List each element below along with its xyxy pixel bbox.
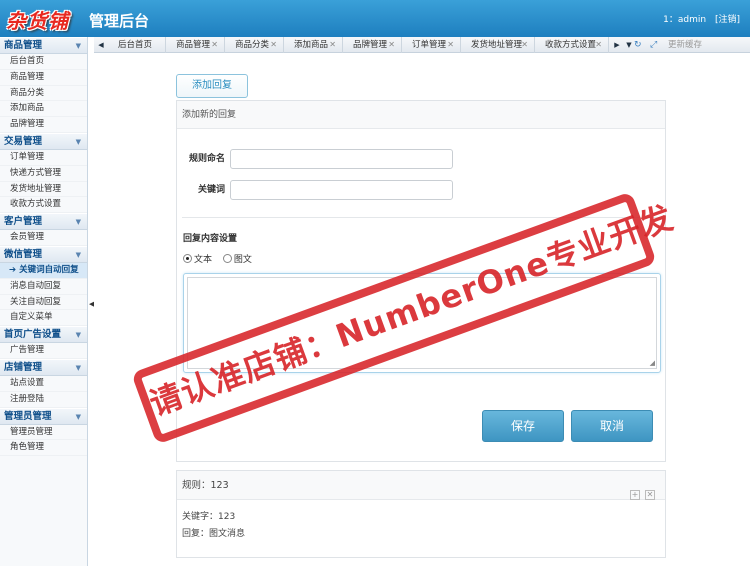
close-icon[interactable]: ✕ xyxy=(388,37,395,53)
edit-icon[interactable]: + xyxy=(629,490,640,500)
app-title: 管理后台 xyxy=(89,12,150,30)
user-info: 1：admin [注销] xyxy=(657,12,740,25)
tab-orders[interactable]: 订单管理 ✕ xyxy=(402,37,461,53)
rule-actions: + ✕ xyxy=(628,480,655,509)
sidebar-group-customer[interactable]: 客户管理 ▼ xyxy=(0,213,87,231)
sidebar-item[interactable]: 自定义菜单 xyxy=(0,310,87,327)
chevron-down-icon: ▼ xyxy=(75,137,81,146)
sidebar-item[interactable]: 广告管理 xyxy=(0,343,87,359)
refresh-icon[interactable]: ↻ xyxy=(634,37,642,53)
sidebar-group-shop[interactable]: 店铺管理 ▼ xyxy=(0,358,87,376)
keyword-label: 关键词 xyxy=(197,185,225,195)
sidebar-item[interactable]: 商品分类 xyxy=(0,86,87,102)
sidebar-item[interactable]: 快递方式管理 xyxy=(0,166,87,182)
tab-bar: ◀ 后台首页 商品管理 ✕ 商品分类 ✕ 添加商品 ✕ 品牌管理 ✕ 订单管理 ✕ 发货地… xyxy=(94,37,750,53)
clear-cache-link[interactable]: 更新缓存 xyxy=(668,37,702,53)
tab-goods[interactable]: 商品管理 ✕ xyxy=(166,37,225,53)
rule-keyword: 关键字：123 xyxy=(182,512,236,522)
sidebar-group-trade[interactable]: 交易管理 ▼ xyxy=(0,132,87,150)
panel-title: 添加新的回复 xyxy=(177,101,665,129)
close-icon[interactable]: ✕ xyxy=(645,490,655,500)
tab-payment[interactable]: 收款方式设置 ✕ xyxy=(535,37,609,53)
close-icon[interactable]: ✕ xyxy=(211,37,218,53)
logo: 杂货铺 xyxy=(6,9,69,33)
sidebar-item[interactable]: 站点设置 xyxy=(0,376,87,392)
sidebar-item[interactable]: 订单管理 xyxy=(0,150,87,166)
close-icon[interactable]: ✕ xyxy=(270,37,277,53)
radio-checked-icon[interactable] xyxy=(183,254,192,263)
sidebar: 商品管理 ▼ 后台首页 商品管理 商品分类 添加商品 品牌管理 交易管理 ▼ 订单管… xyxy=(0,37,88,566)
close-icon[interactable]: ✕ xyxy=(329,37,336,53)
sidebar-group-ads[interactable]: 首页广告设置 ▼ xyxy=(0,326,87,344)
close-icon[interactable]: ✕ xyxy=(447,37,454,53)
radio-text[interactable]: 文本 xyxy=(183,254,212,265)
radio-unchecked-icon[interactable] xyxy=(222,254,232,263)
scroll-left-icon[interactable]: ◀ xyxy=(96,37,106,53)
rule-name-input[interactable] xyxy=(230,149,453,169)
chevron-down-icon: ▼ xyxy=(75,331,81,340)
rule-name-label: 规则命名 xyxy=(188,154,225,164)
sidebar-item[interactable]: 后台首页 xyxy=(0,54,87,70)
sidebar-item[interactable]: 会员管理 xyxy=(0,230,87,246)
top-bar: 杂货铺 管理后台 1：admin [注销] xyxy=(0,0,750,37)
keyword-input[interactable] xyxy=(230,180,453,200)
rule-panel: 规则：123 + ✕ 关键字：123 回复：图文消息 xyxy=(176,470,666,558)
sidebar-group-admin[interactable]: 管理员管理 ▼ xyxy=(0,407,87,425)
chevron-down-icon: ▼ xyxy=(75,218,81,227)
close-icon[interactable]: ✕ xyxy=(521,37,528,53)
tab-add-goods[interactable]: 添加商品 ✕ xyxy=(284,37,343,53)
fullscreen-icon[interactable]: ⤢ xyxy=(650,37,657,53)
add-reply-button[interactable]: 添加回复 xyxy=(176,74,248,98)
rule-reply: 回复：图文消息 xyxy=(182,529,246,539)
save-button[interactable]: 保存 xyxy=(482,410,564,442)
radio-image-text[interactable]: 图文 xyxy=(222,254,252,265)
sidebar-item[interactable]: 收款方式设置 xyxy=(0,197,87,214)
scroll-right-icon[interactable]: ▶ xyxy=(612,37,622,53)
rule-title: 规则：123 xyxy=(182,480,229,491)
sidebar-item[interactable]: 管理员管理 xyxy=(0,425,87,441)
resize-grip-icon[interactable]: ◢ xyxy=(650,359,655,367)
chevron-down-icon: ▼ xyxy=(75,363,81,372)
sidebar-item[interactable]: 角色管理 xyxy=(0,440,87,457)
reply-settings-title: 回复内容设置 xyxy=(183,234,238,244)
cancel-button[interactable]: 取消 xyxy=(571,410,653,442)
sidebar-item-keyword-reply[interactable]: ➔ 关键词自动回复 xyxy=(0,262,87,279)
tab-brand[interactable]: 品牌管理 ✕ xyxy=(343,37,402,53)
menu-down-icon[interactable]: ▼ xyxy=(624,37,634,53)
rule-title-bar: 规则：123 + ✕ xyxy=(177,471,665,500)
logout-link[interactable]: [注销] xyxy=(715,15,740,25)
sidebar-group-goods[interactable]: 商品管理 ▼ xyxy=(0,37,87,54)
sidebar-group-wechat[interactable]: 微信管理 ▼ xyxy=(0,245,87,263)
tab-category[interactable]: 商品分类 ✕ xyxy=(225,37,284,53)
sidebar-item[interactable]: 添加商品 xyxy=(0,101,87,118)
tab-home[interactable]: 后台首页 xyxy=(108,37,166,53)
sidebar-item[interactable]: 消息自动回复 xyxy=(0,279,87,295)
sidebar-item[interactable]: 关注自动回复 xyxy=(0,295,87,311)
sidebar-item[interactable]: 注册登陆 xyxy=(0,392,87,408)
tab-ship-address[interactable]: 发货地址管理 ✕ xyxy=(461,37,535,53)
chevron-down-icon: ▼ xyxy=(75,42,81,50)
chevron-down-icon: ▼ xyxy=(75,250,81,259)
sidebar-item[interactable]: 商品管理 xyxy=(0,70,87,86)
sidebar-item[interactable]: 品牌管理 xyxy=(0,117,87,133)
sidebar-item[interactable]: 发货地址管理 xyxy=(0,182,87,198)
username: 1：admin xyxy=(663,15,707,25)
close-icon[interactable]: ✕ xyxy=(595,37,602,53)
reply-type-radios: 文本 图文 xyxy=(183,252,252,265)
chevron-down-icon: ▼ xyxy=(75,412,81,421)
